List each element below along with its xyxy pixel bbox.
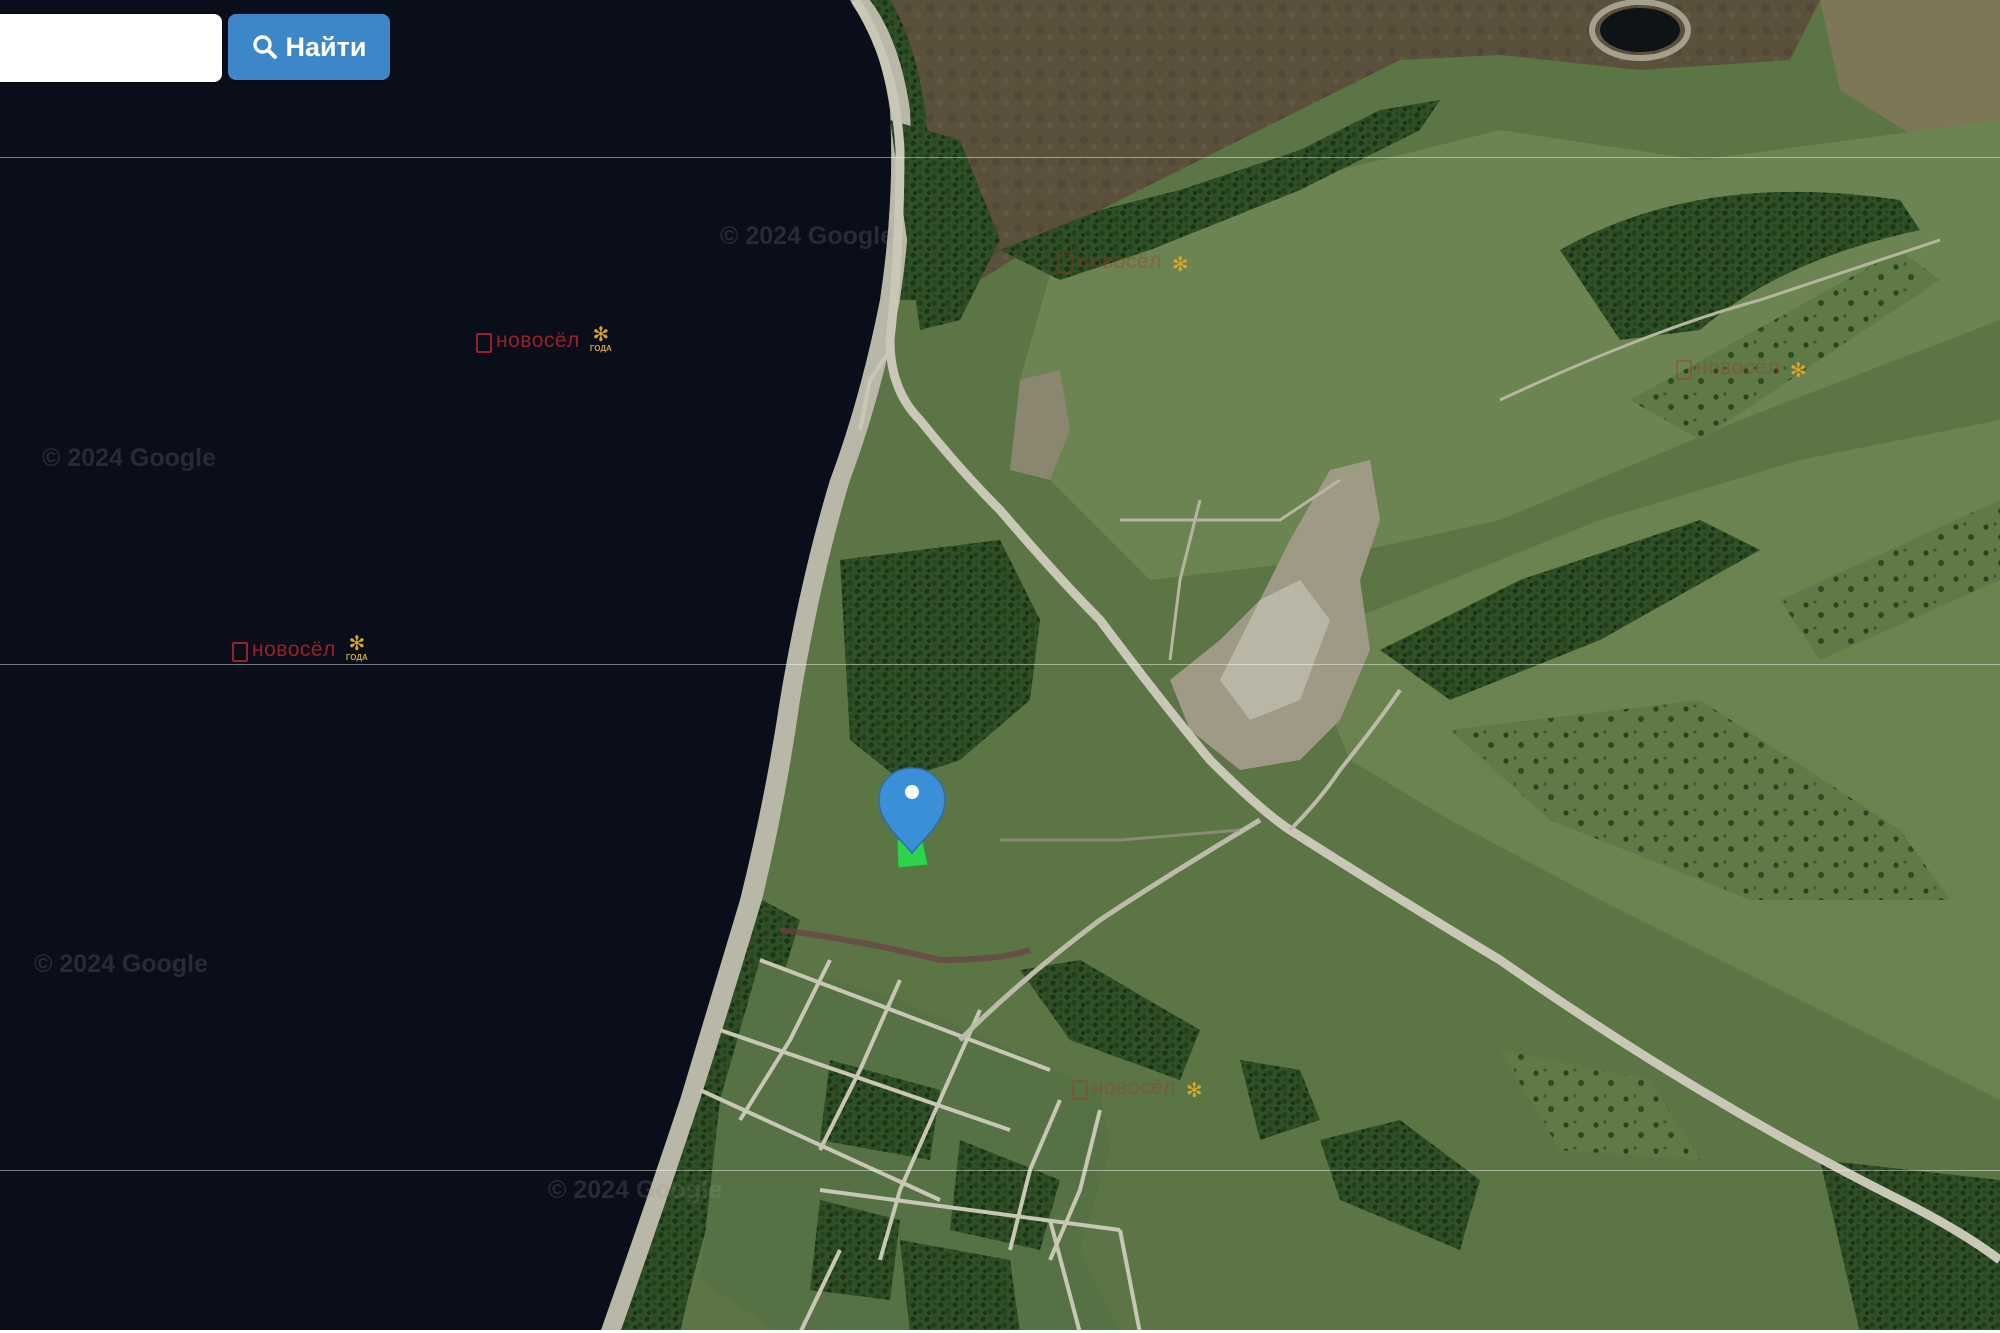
- novosel-logo: новосёл ✻: [1058, 250, 1189, 276]
- house-icon: [1676, 360, 1692, 380]
- star-icon: ✻: [1789, 360, 1807, 382]
- logo-text: новосёл: [1078, 250, 1162, 273]
- google-watermark: © 2024 Google: [34, 950, 209, 978]
- logo-text: новосёл: [1696, 356, 1780, 379]
- award-text: ГОДА: [345, 653, 368, 662]
- house-icon: [476, 333, 492, 353]
- award-badge: ✻ ГОДА: [345, 633, 368, 662]
- novosel-logo: новосёл ✻: [1676, 356, 1807, 382]
- google-watermark: © 2024 Google: [42, 444, 217, 472]
- star-icon: ✻: [1185, 1080, 1203, 1102]
- tile-seam: [0, 1170, 2000, 1171]
- novosel-logo: новосёл ✻ ГОДА: [232, 633, 368, 662]
- logo-text: новосёл: [496, 329, 580, 352]
- star-icon: ✻: [348, 633, 366, 655]
- award-badge: ✻: [1171, 254, 1189, 276]
- search-button-label: Найти: [285, 31, 367, 62]
- logo-text: новосёл: [1092, 1076, 1176, 1099]
- award-badge: ✻: [1185, 1080, 1203, 1102]
- novosel-logo: новосёл ✻ ГОДА: [476, 324, 612, 353]
- satellite-imagery[interactable]: [0, 0, 2000, 1333]
- house-icon: [1072, 1080, 1088, 1100]
- small-lake: [1600, 8, 1680, 52]
- search-input[interactable]: [0, 14, 222, 82]
- award-badge: ✻: [1789, 360, 1807, 382]
- tile-seam: [0, 664, 2000, 665]
- google-watermark: © 2024 Google: [720, 222, 895, 250]
- house-icon: [232, 642, 248, 662]
- award-badge: ✻ ГОДА: [589, 324, 612, 353]
- google-watermark: © 2024 Google: [548, 1176, 723, 1204]
- logo-text: новосёл: [252, 638, 336, 661]
- house-icon: [1058, 254, 1074, 274]
- novosel-logo: новосёл ✻: [1072, 1076, 1203, 1102]
- map-viewport[interactable]: © 2024 Google © 2024 Google © 2024 Googl…: [0, 0, 2000, 1333]
- tile-seam: [0, 157, 2000, 158]
- search-icon: [252, 34, 278, 60]
- star-icon: ✻: [592, 324, 610, 346]
- star-icon: ✻: [1171, 254, 1189, 276]
- search-button[interactable]: Найти: [228, 14, 390, 80]
- award-text: ГОДА: [589, 344, 612, 353]
